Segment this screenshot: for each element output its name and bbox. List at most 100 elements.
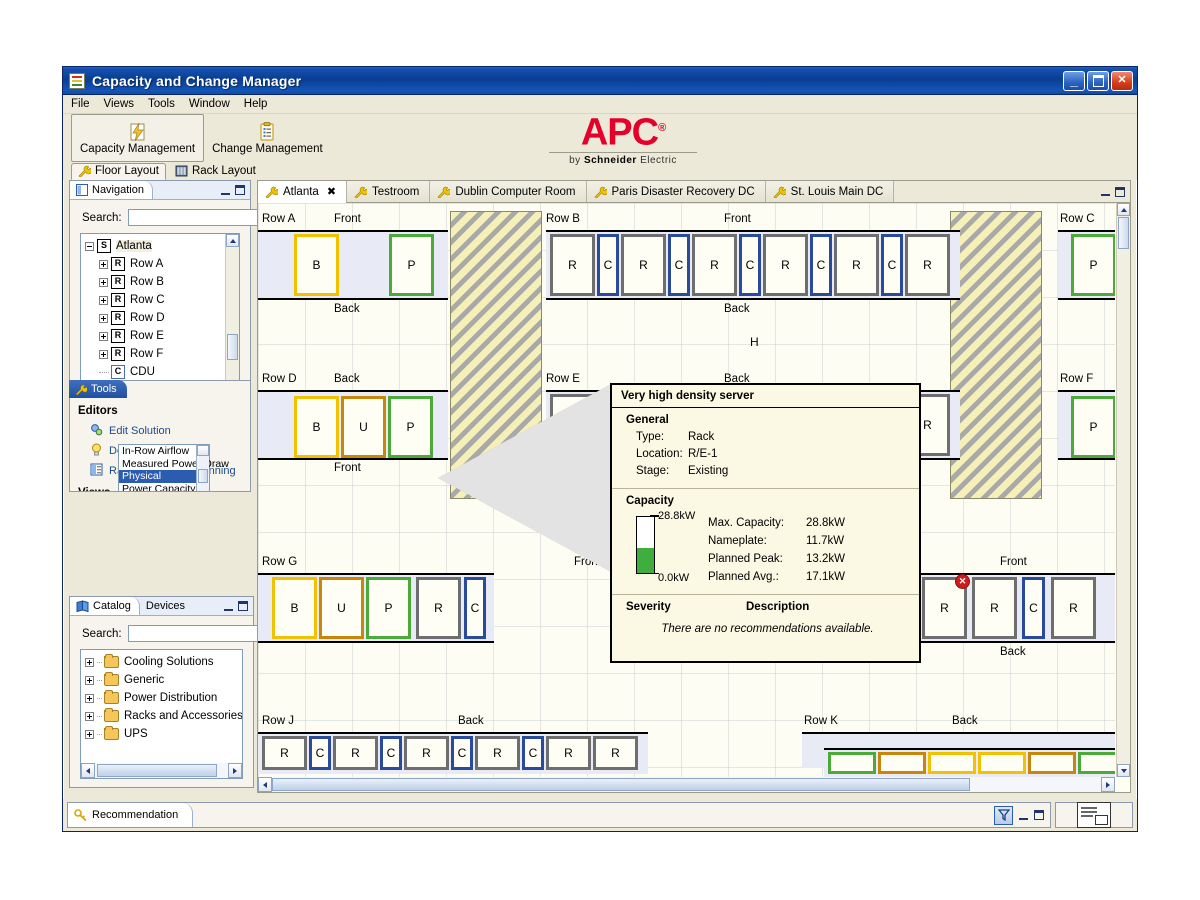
editor-hscroll-track[interactable] <box>272 777 1101 792</box>
expand-icon[interactable] <box>85 676 94 685</box>
catalog-item-generic[interactable]: Generic <box>85 671 242 689</box>
dropdown-scroll-thumb[interactable] <box>198 469 208 483</box>
row-k-rack-1[interactable] <box>828 752 876 774</box>
row-b-rack-2[interactable]: C <box>597 234 619 296</box>
floor-canvas[interactable]: Row A Front B P Back Row B Front RCRCRCR… <box>258 203 1115 777</box>
catalog-scroll-thumb[interactable] <box>97 764 217 777</box>
expand-icon[interactable] <box>85 730 94 739</box>
row-j-rack-9[interactable]: R <box>546 736 591 770</box>
tree-item-row-d[interactable]: RRow D <box>85 309 225 327</box>
close-button[interactable]: ✕ <box>1111 71 1133 91</box>
tree-item-row-c[interactable]: RRow C <box>85 291 225 309</box>
view-option-measured-power-draw[interactable]: Measured Power Draw <box>119 458 196 471</box>
perspective-change-management[interactable]: Change Management <box>204 114 331 162</box>
row-j-rack-1[interactable]: R <box>262 736 307 770</box>
catalog-item-ups[interactable]: UPS <box>85 725 242 743</box>
tree-item-cdu[interactable]: CCDU <box>85 363 225 381</box>
rack-d-2[interactable]: U <box>341 396 386 458</box>
row-b-rack-1[interactable]: R <box>550 234 595 296</box>
row-b-rack-10[interactable]: C <box>881 234 903 296</box>
row-k-rack-6[interactable] <box>1078 752 1115 774</box>
menu-window[interactable]: Window <box>189 98 230 110</box>
minimize-view-icon[interactable] <box>1019 811 1028 820</box>
rack-h-2[interactable]: R <box>972 577 1017 639</box>
editor-tab-st-louis-main-dc[interactable]: St. Louis Main DC <box>766 181 895 202</box>
row-b-rack-3[interactable]: R <box>621 234 666 296</box>
menu-tools[interactable]: Tools <box>148 98 175 110</box>
maximize-view-icon[interactable] <box>238 601 248 611</box>
row-k-rack-5[interactable] <box>1028 752 1076 774</box>
tool-link-edit-solution[interactable]: Edit Solution <box>70 421 250 441</box>
expand-icon[interactable] <box>85 712 94 721</box>
tree-item-row-b[interactable]: RRow B <box>85 273 225 291</box>
expand-icon[interactable] <box>99 278 108 287</box>
expand-icon[interactable] <box>99 350 108 359</box>
rack-f-1[interactable]: P <box>1071 396 1115 458</box>
scroll-right-icon[interactable] <box>1101 777 1115 792</box>
catalog-horizontal-scrollbar[interactable] <box>81 763 242 778</box>
minimize-view-icon[interactable] <box>224 602 233 611</box>
maximize-editor-icon[interactable] <box>1115 187 1125 197</box>
collapse-icon[interactable] <box>85 242 94 251</box>
expand-icon[interactable] <box>99 296 108 305</box>
view-dropdown-list[interactable]: In-Row AirflowMeasured Power DrawPhysica… <box>118 444 210 491</box>
maximize-view-icon[interactable] <box>1034 810 1044 820</box>
catalog-item-racks-and-accessories[interactable]: Racks and Accessories <box>85 707 242 725</box>
tab-navigation[interactable]: Navigation <box>70 181 153 199</box>
rack-d-1[interactable]: B <box>294 396 339 458</box>
perspective-capacity-management[interactable]: Capacity Management <box>71 114 204 162</box>
rack-g-2[interactable]: U <box>319 577 364 639</box>
expand-icon[interactable] <box>99 260 108 269</box>
scroll-left-icon[interactable] <box>258 777 272 792</box>
expand-icon[interactable] <box>99 314 108 323</box>
row-j-rack-4[interactable]: C <box>380 736 402 770</box>
filter-button[interactable] <box>994 806 1013 825</box>
scroll-up-icon[interactable] <box>226 234 239 247</box>
tab-recommendation[interactable]: Recommendation <box>68 803 193 827</box>
tree-item-row-e[interactable]: RRow E <box>85 327 225 345</box>
view-option-in-row-airflow[interactable]: In-Row Airflow <box>119 445 196 458</box>
tab-tools[interactable]: Tools <box>69 380 127 398</box>
row-b-rack-4[interactable]: C <box>668 234 690 296</box>
editor-vertical-scrollbar[interactable] <box>1116 203 1130 777</box>
row-j-rack-8[interactable]: C <box>522 736 544 770</box>
row-b-rack-9[interactable]: R <box>834 234 879 296</box>
editor-tab-dublin-computer-room[interactable]: Dublin Computer Room <box>430 181 586 202</box>
editor-hscroll-thumb[interactable] <box>272 778 970 791</box>
row-j-rack-2[interactable]: C <box>309 736 331 770</box>
scroll-up-icon[interactable] <box>1117 203 1130 216</box>
minimize-editor-icon[interactable] <box>1101 187 1110 196</box>
catalog-item-cooling-solutions[interactable]: Cooling Solutions <box>85 653 242 671</box>
tree-item-row-f[interactable]: RRow F <box>85 345 225 363</box>
row-b-rack-5[interactable]: R <box>692 234 737 296</box>
rack-g-3[interactable]: P <box>366 577 411 639</box>
expand-icon[interactable] <box>85 658 94 667</box>
row-j-rack-3[interactable]: R <box>333 736 378 770</box>
rack-h-4[interactable]: R <box>1051 577 1096 639</box>
close-tab-icon[interactable]: ✖ <box>327 185 336 198</box>
rack-a-2[interactable]: P <box>389 234 434 296</box>
tab-rack-layout[interactable]: Rack Layout <box>168 163 263 180</box>
error-badge[interactable]: ✕ <box>956 575 969 588</box>
scroll-down-icon[interactable] <box>1117 764 1130 777</box>
rack-h-1[interactable]: R ✕ <box>922 577 967 639</box>
dropdown-scroll-up-icon[interactable] <box>197 445 209 456</box>
row-b-rack-7[interactable]: R <box>763 234 808 296</box>
catalog-item-power-distribution[interactable]: Power Distribution <box>85 689 242 707</box>
row-j-rack-6[interactable]: C <box>451 736 473 770</box>
rack-g-4[interactable]: R <box>416 577 461 639</box>
expand-icon[interactable] <box>85 694 94 703</box>
catalog-scroll-track[interactable] <box>95 763 228 778</box>
tab-floor-layout[interactable]: Floor Layout <box>71 163 166 180</box>
scroll-right-icon[interactable] <box>228 763 242 778</box>
editor-vscroll-thumb[interactable] <box>1118 217 1129 249</box>
view-option-physical[interactable]: Physical <box>119 470 196 483</box>
scroll-thumb[interactable] <box>227 334 238 360</box>
minimize-button[interactable]: _ <box>1063 71 1085 91</box>
rack-g-5[interactable]: C <box>464 577 486 639</box>
row-b-rack-11[interactable]: R <box>905 234 950 296</box>
editor-tab-testroom[interactable]: Testroom <box>347 181 430 202</box>
menu-help[interactable]: Help <box>244 98 268 110</box>
row-j-rack-10[interactable]: R <box>593 736 638 770</box>
rack-g-1[interactable]: B <box>272 577 317 639</box>
